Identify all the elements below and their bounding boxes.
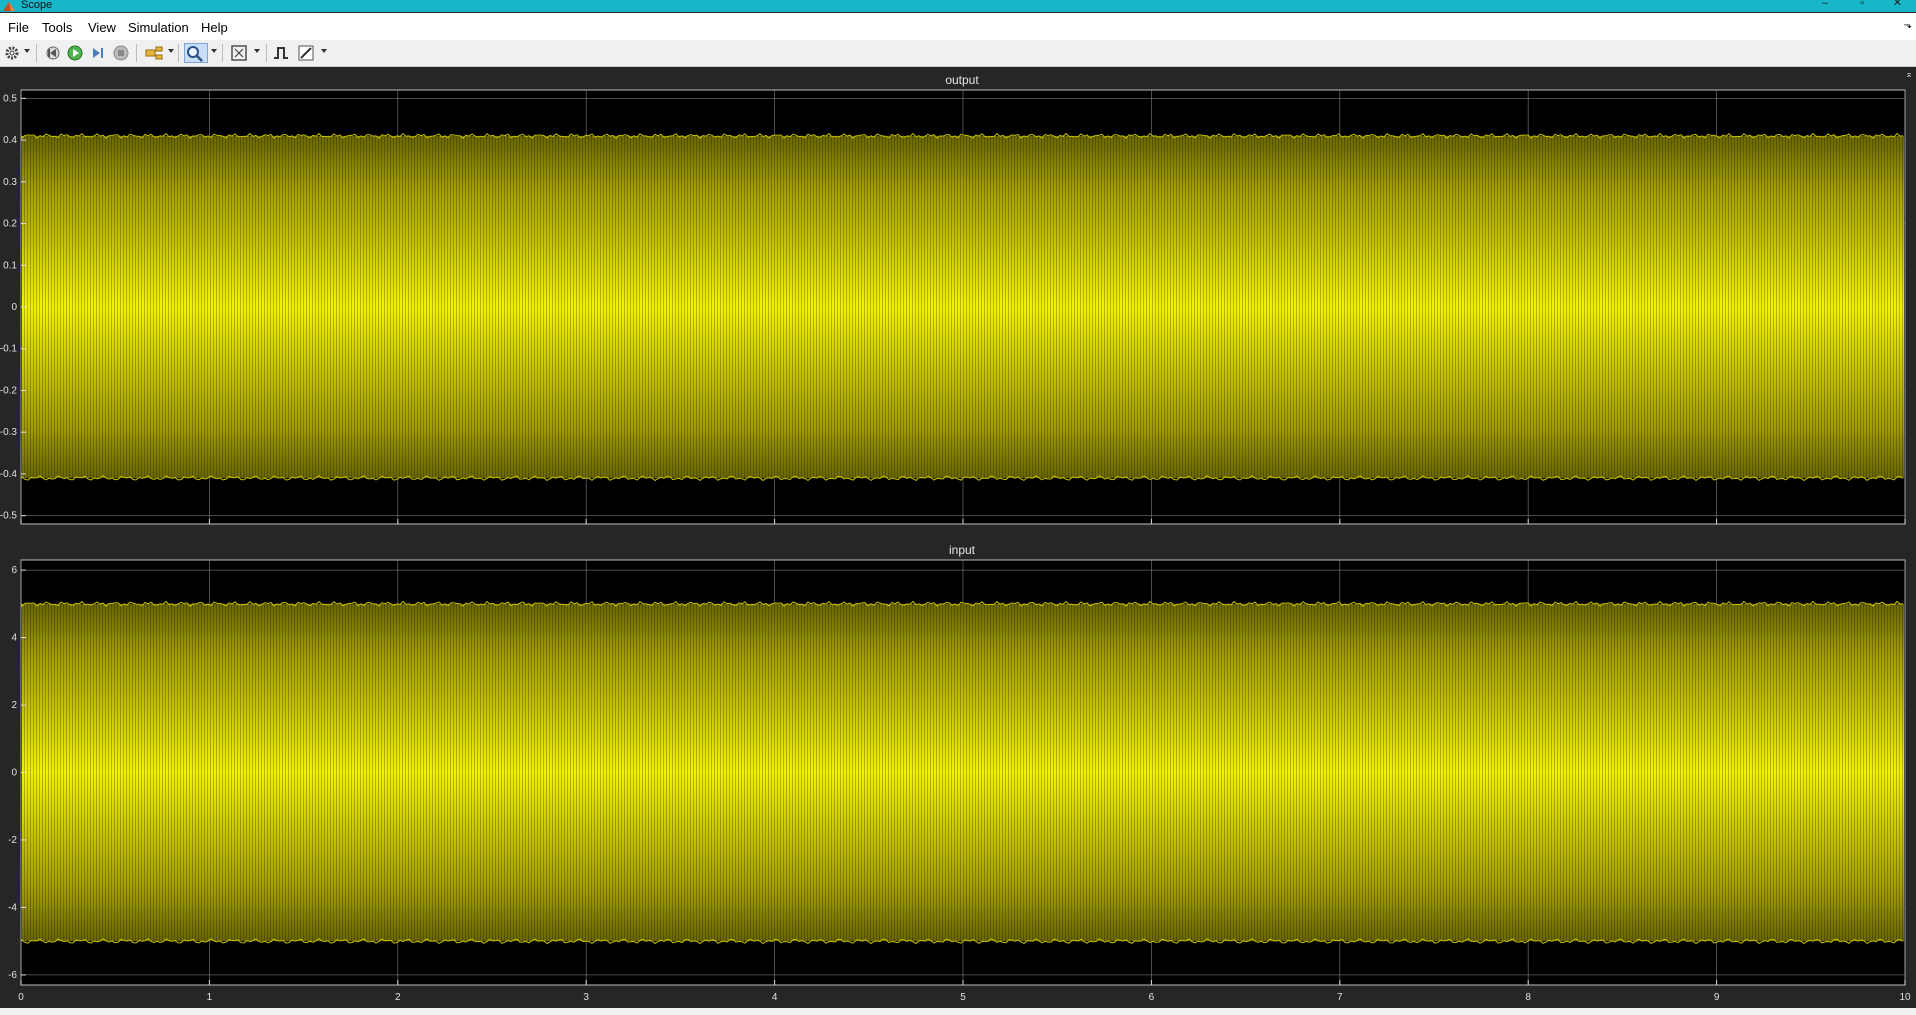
y-tick-label: -0.2 bbox=[0, 385, 17, 396]
y-tick-label: -6 bbox=[8, 970, 17, 981]
x-tick-label: 4 bbox=[772, 992, 778, 1003]
x-tick-label: 8 bbox=[1525, 992, 1531, 1003]
y-tick-label: -0.5 bbox=[0, 511, 17, 522]
y-tick-label: -0.1 bbox=[0, 344, 17, 355]
x-tick-label: 3 bbox=[583, 992, 589, 1003]
signal-trace-texture bbox=[22, 603, 1904, 942]
y-tick-label: 0.1 bbox=[3, 260, 17, 271]
y-tick-label: 0.5 bbox=[3, 93, 17, 104]
x-tick-label: 1 bbox=[207, 992, 213, 1003]
x-tick-label: 7 bbox=[1337, 992, 1343, 1003]
y-tick-label: -2 bbox=[8, 835, 17, 846]
y-tick-label: 0.3 bbox=[3, 177, 17, 188]
y-tick-label: 2 bbox=[11, 700, 17, 711]
scope-plots: 0.5 0.4 0.3 0.2 0.1 0 -0.1 -0.2 -0.3 -0.4 -0.5 6 4 2 0… bbox=[0, 89, 1911, 1003]
x-tick-label: 10 bbox=[1899, 992, 1911, 1003]
y-tick-label: -0.4 bbox=[0, 469, 17, 480]
y-tick-label: 6 bbox=[11, 565, 17, 576]
y-tick-label: 0 bbox=[11, 302, 17, 313]
status-bar bbox=[0, 1008, 1916, 1015]
x-tick-label: 9 bbox=[1714, 992, 1720, 1003]
signal-trace-texture bbox=[22, 135, 1904, 479]
x-tick-label: 2 bbox=[395, 992, 401, 1003]
x-tick-label: 0 bbox=[18, 992, 24, 1003]
y-tick-label: 4 bbox=[11, 633, 17, 644]
x-tick-label: 6 bbox=[1149, 992, 1155, 1003]
y-tick-label: 0.2 bbox=[3, 219, 17, 230]
y-tick-label: 0 bbox=[11, 768, 17, 779]
x-tick-label: 5 bbox=[960, 992, 966, 1003]
y-tick-label: -0.3 bbox=[0, 427, 17, 438]
y-tick-label: 0.4 bbox=[3, 135, 17, 146]
y-tick-label: -4 bbox=[8, 902, 17, 913]
